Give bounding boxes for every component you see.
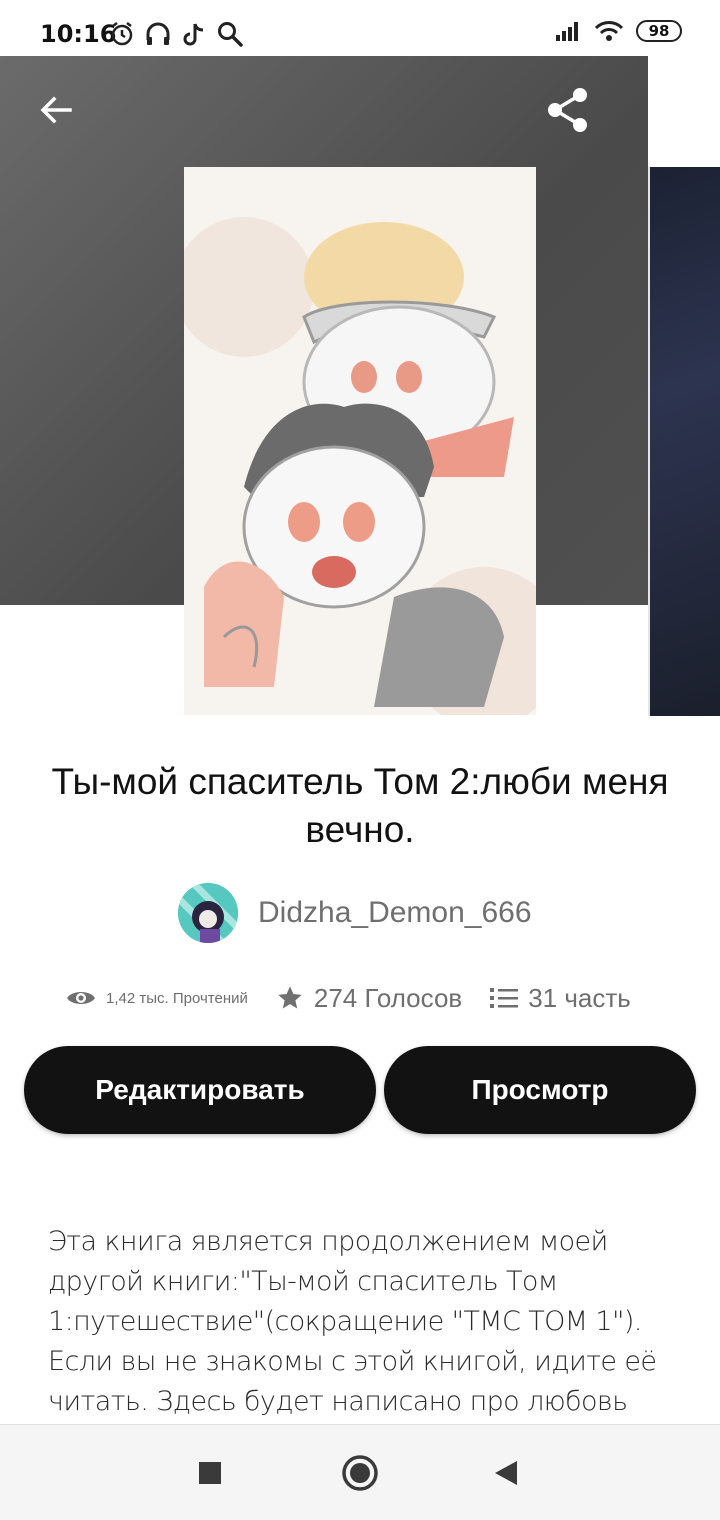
eye-icon	[67, 992, 95, 1004]
reads-count: 1,42 тыс. Прочтений	[106, 989, 248, 1007]
wifi-icon	[594, 21, 624, 41]
preview-button[interactable]: Просмотр	[384, 1046, 696, 1134]
system-back-button[interactable]	[482, 1449, 530, 1497]
story-stats: 1,42 тыс. Прочтений 274 Голосов 31 часть	[66, 976, 631, 1020]
share-icon	[548, 88, 587, 132]
star-icon	[278, 986, 302, 1009]
parts-stat: 31 часть	[490, 983, 631, 1014]
status-bar: 10:16 98	[0, 0, 720, 56]
square-icon	[199, 1462, 221, 1484]
more-vertical-icon	[668, 93, 676, 127]
recent-apps-button[interactable]	[186, 1449, 234, 1497]
search-icon	[216, 20, 244, 48]
reads-stat: 1,42 тыс. Прочтений	[66, 988, 248, 1008]
status-time: 10:16	[40, 20, 117, 48]
votes-stat: 274 Голосов	[276, 983, 462, 1014]
status-system-icons: 98	[554, 20, 682, 42]
home-button[interactable]	[336, 1449, 384, 1497]
tiktok-icon	[180, 20, 208, 48]
list-icon	[490, 988, 519, 1008]
share-button[interactable]	[540, 82, 596, 138]
parts-count: 31 часть	[528, 982, 631, 1013]
story-description: Эта книга является продолжением моей дру…	[48, 1226, 657, 1417]
status-notification-icons	[108, 20, 244, 48]
author-name: Didzha_Demon_666	[258, 896, 532, 929]
triangle-back-icon	[495, 1461, 517, 1485]
more-options-button[interactable]	[644, 82, 700, 138]
edit-button[interactable]: Редактировать	[24, 1046, 376, 1134]
next-story-cover-image[interactable]	[648, 167, 720, 716]
votes-count: 274 Голосов	[313, 982, 463, 1013]
system-navigation-bar	[0, 1424, 720, 1520]
author-link[interactable]: Didzha_Demon_666	[178, 882, 532, 944]
back-button[interactable]	[28, 82, 84, 138]
story-cover-image[interactable]	[184, 167, 536, 715]
home-circle-icon	[342, 1455, 378, 1491]
story-title: Ты-мой спаситель Том 2:люби меня вечно.	[51, 761, 669, 850]
arrow-left-icon	[40, 96, 72, 124]
battery-icon: 98	[636, 20, 682, 42]
signal-icon	[556, 22, 578, 41]
alarm-icon	[108, 20, 136, 48]
headphones-icon	[144, 20, 172, 48]
avatar[interactable]	[178, 883, 238, 943]
